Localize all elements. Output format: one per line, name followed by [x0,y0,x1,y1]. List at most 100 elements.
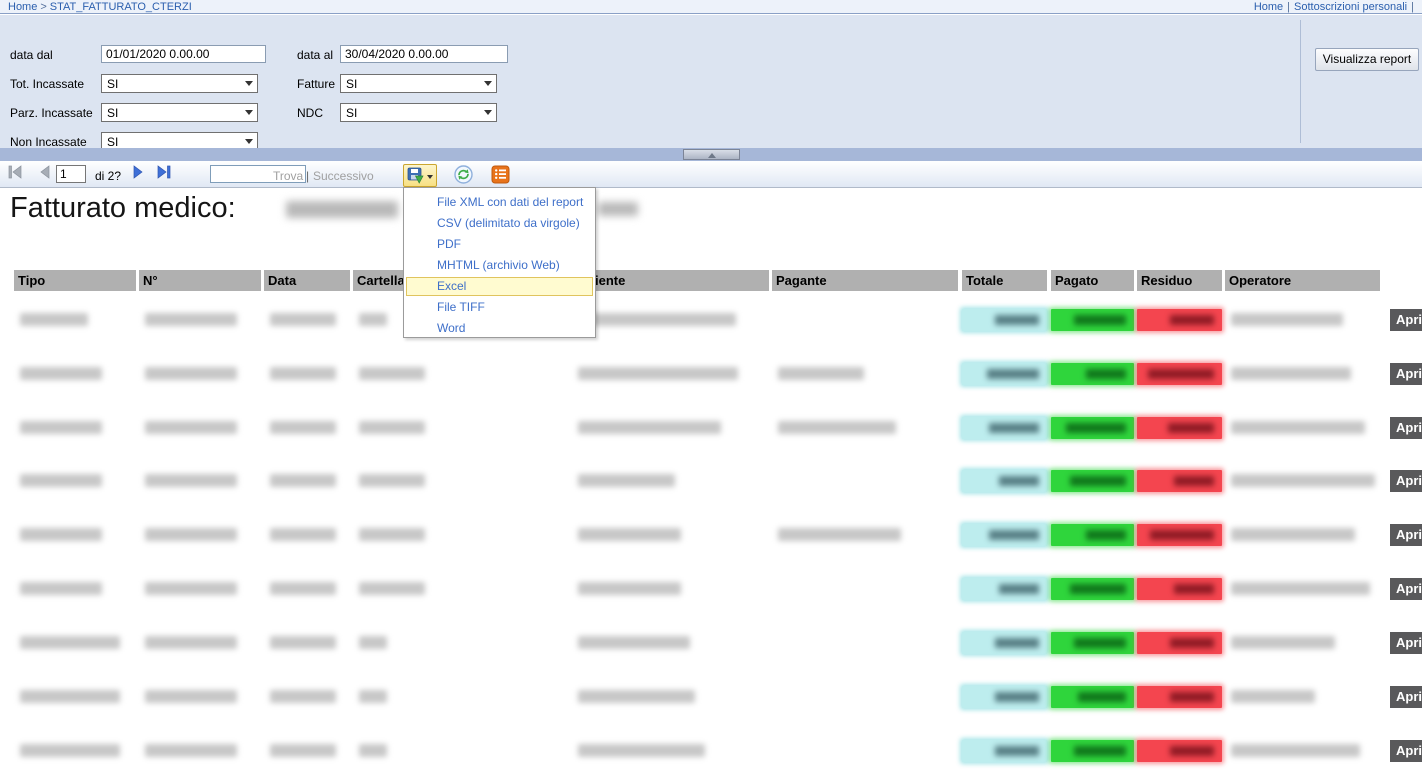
export-option-excel[interactable]: Excel [406,277,593,296]
report-title: Fatturato medico: [10,192,236,225]
first-page-button[interactable] [8,165,23,179]
breadcrumb-home-link[interactable]: Home [8,1,37,13]
fatture-value: SI [346,77,357,91]
data-feed-export-button[interactable] [491,165,510,184]
data-redacted-text [270,690,336,703]
find-next-link[interactable]: Successivo [313,169,374,183]
tipo-redacted-text [20,367,102,380]
totale-redacted-amount [995,315,1039,325]
cliente-redacted-text [578,421,721,434]
tipo-redacted-text [20,582,102,595]
top-home-link[interactable]: Home [1254,1,1283,13]
data-redacted-text [270,636,336,649]
residuo-redacted-amount [1174,476,1214,486]
first-page-icon [8,165,23,179]
column-header-pagato: Pagato [1051,270,1134,291]
open-report-button[interactable]: Apri F [1390,309,1422,331]
date-to-label: data al [297,48,333,62]
open-report-button[interactable]: Apri F [1390,417,1422,439]
tipo-redacted-text [20,421,102,434]
residuo-redacted-amount [1168,423,1214,433]
parz-incassate-select[interactable]: SI [101,103,258,122]
operatore-redacted-text [1231,474,1375,487]
numero-redacted-text [145,636,237,649]
cartella-redacted-text [359,313,387,326]
export-option-csv-delimitato-da-virgole[interactable]: CSV (delimitato da virgole) [404,213,595,234]
data-redacted-text [270,313,336,326]
view-report-button[interactable]: Visualizza report [1315,48,1419,71]
pagato-amount-cell [1051,417,1134,439]
cartella-redacted-text [359,421,425,434]
top-links-trailing-separator: | [1407,1,1418,13]
top-links-separator: | [1283,1,1294,13]
export-option-file-xml-con-dati-del-report[interactable]: File XML con dati del report [404,192,595,213]
date-from-label: data dal [10,48,53,62]
subscriptions-link[interactable]: Sottoscrizioni personali [1294,1,1407,13]
export-option-file-tiff[interactable]: File TIFF [404,297,595,318]
totale-amount-cell [962,524,1047,546]
collapse-parameters-handle[interactable] [683,149,740,160]
export-dropdown-button[interactable] [403,164,437,187]
chevron-down-icon [484,110,492,115]
export-option-pdf[interactable]: PDF [404,234,595,255]
ndc-label: NDC [297,106,323,120]
cartella-redacted-text [359,636,387,649]
cliente-redacted-text [578,636,690,649]
column-header-cliente: Cliente [578,270,769,291]
save-export-icon [407,167,424,184]
open-report-button[interactable]: Apri F [1390,740,1422,762]
breadcrumb-report-link[interactable]: STAT_FATTURATO_CTERZI [50,1,192,13]
operatore-redacted-text [1231,421,1365,434]
page-number-input[interactable] [56,165,86,183]
tot-incassate-select[interactable]: SI [101,74,258,93]
open-report-button[interactable]: Apri F [1390,363,1422,385]
totale-redacted-amount [987,369,1039,379]
open-report-button[interactable]: Apri F [1390,470,1422,492]
tot-incassate-label: Tot. Incassate [10,77,84,91]
column-header-operatore: Operatore [1225,270,1380,291]
residuo-amount-cell [1137,363,1222,385]
next-page-button[interactable] [132,165,143,179]
export-option-mhtml-archivio-web[interactable]: MHTML (archivio Web) [404,255,595,276]
data-feed-icon [491,165,510,184]
ndc-select[interactable]: SI [340,103,497,122]
totale-redacted-amount [999,584,1039,594]
pagato-redacted-amount [1066,423,1126,433]
previous-page-button[interactable] [40,165,51,179]
cliente-redacted-text [578,582,681,595]
pagante-redacted-text [778,421,896,434]
totale-amount-cell [962,309,1047,331]
date-from-input[interactable] [101,45,266,63]
column-header-pagante: Pagante [772,270,958,291]
chevron-down-icon [484,81,492,86]
totale-redacted-amount [999,476,1039,486]
cliente-redacted-text [578,313,736,326]
open-report-button[interactable]: Apri F [1390,578,1422,600]
residuo-redacted-amount [1174,584,1214,594]
page-count-label: di 2? [95,169,121,183]
totale-amount-cell [962,686,1047,708]
totale-amount-cell [962,578,1047,600]
pagato-redacted-amount [1086,369,1126,379]
numero-redacted-text [145,582,237,595]
fatture-select[interactable]: SI [340,74,497,93]
data-redacted-text [270,421,336,434]
residuo-amount-cell [1137,632,1222,654]
column-header-data: Data [264,270,350,291]
open-report-button[interactable]: Apri F [1390,524,1422,546]
operatore-redacted-text [1231,744,1360,757]
tipo-redacted-text [20,474,102,487]
open-report-button[interactable]: Apri F [1390,632,1422,654]
export-option-word[interactable]: Word [404,318,595,339]
refresh-button[interactable] [453,164,474,185]
totale-amount-cell [962,363,1047,385]
date-to-input[interactable] [340,45,508,63]
numero-redacted-text [145,690,237,703]
open-report-button[interactable]: Apri F [1390,686,1422,708]
next-page-icon [132,165,143,179]
find-link[interactable]: Trova [273,169,303,183]
data-redacted-text [270,582,336,595]
last-page-button[interactable] [156,165,171,179]
pagato-amount-cell [1051,632,1134,654]
pagato-amount-cell [1051,524,1134,546]
